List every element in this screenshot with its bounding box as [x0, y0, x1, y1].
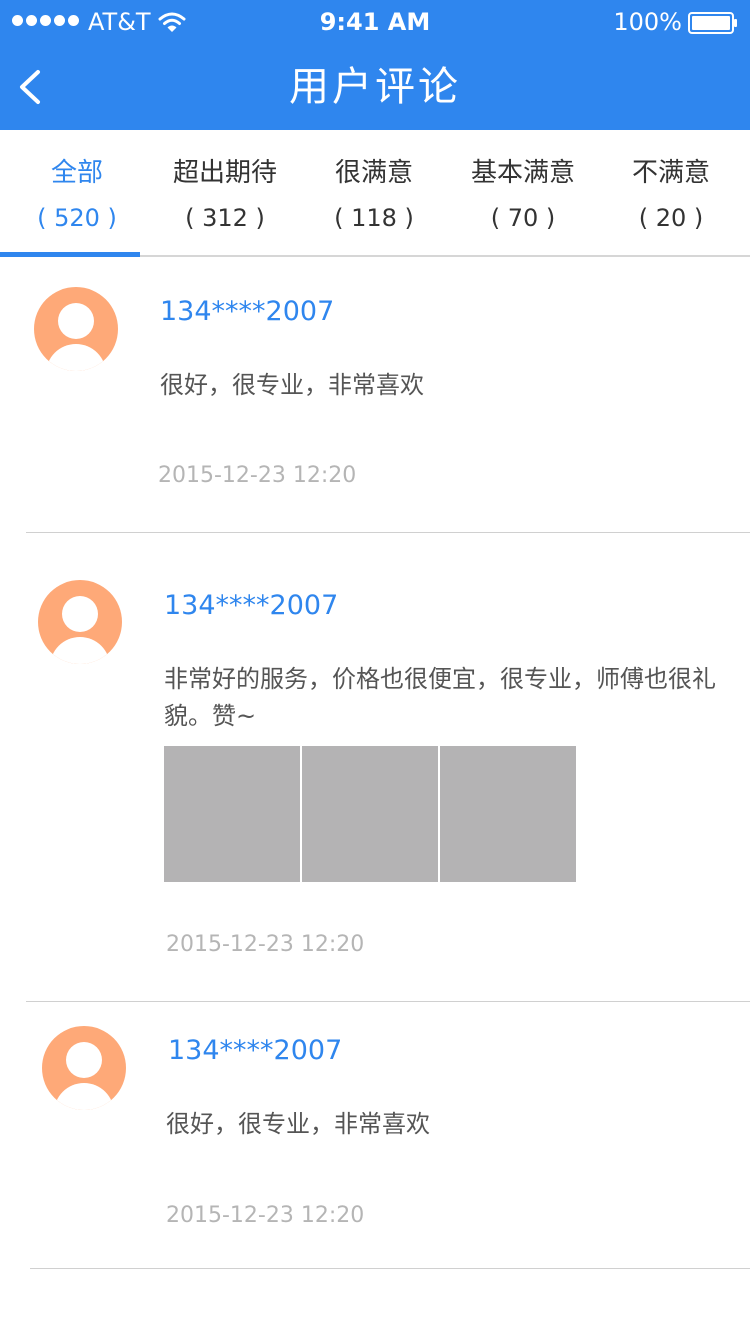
review-username: 134****2007	[164, 590, 339, 621]
review-photos	[164, 746, 576, 882]
rating-filter-tabs: 全部 ( 520 ) 超出期待 ( 312 ) 很满意 ( 118 ) 基本满意…	[0, 130, 750, 257]
user-avatar-icon	[34, 287, 118, 371]
battery-percent: 100%	[613, 8, 682, 36]
nav-bar: 用户评论	[0, 44, 750, 130]
review-item: 134****2007 非常好的服务，价格也很便宜，很专业，师傅也很礼貌。赞~ …	[0, 533, 750, 1002]
review-divider	[30, 1268, 750, 1269]
review-time: 2015-12-23 12:20	[158, 463, 357, 488]
review-photo[interactable]	[440, 746, 576, 882]
review-text: 非常好的服务，价格也很便宜，很专业，师傅也很礼貌。赞~	[164, 665, 716, 730]
tab-count: ( 118 )	[334, 204, 414, 232]
review-item: 134****2007 很好，很专业，非常喜欢 2015-12-23 12:20	[0, 1002, 750, 1270]
tab-label: 很满意	[334, 158, 413, 188]
battery-icon	[688, 12, 737, 34]
tab-count: ( 520 )	[37, 204, 117, 232]
tab-label: 超出期待	[172, 158, 277, 188]
tab-basically-satisfied[interactable]: 基本满意 ( 70 )	[448, 130, 598, 255]
tab-unsatisfied[interactable]: 不满意 ( 20 )	[598, 130, 744, 255]
tab-count: ( 20 )	[638, 204, 704, 232]
review-time: 2015-12-23 12:20	[166, 1203, 365, 1228]
review-text: 很好，很专业，非常喜欢	[160, 371, 424, 399]
review-username: 134****2007	[160, 296, 335, 327]
tab-all[interactable]: 全部 ( 520 )	[0, 130, 154, 255]
tab-count: ( 312 )	[185, 204, 265, 232]
tab-very-satisfied[interactable]: 很满意 ( 118 )	[304, 130, 444, 255]
review-item: 134****2007 很好，很专业，非常喜欢 2015-12-23 12:20	[0, 257, 750, 533]
tab-label: 基本满意	[470, 158, 575, 188]
review-text: 很好，很专业，非常喜欢	[166, 1110, 430, 1138]
review-time: 2015-12-23 12:20	[166, 932, 365, 957]
review-username: 134****2007	[168, 1035, 343, 1066]
tab-count: ( 70 )	[490, 204, 556, 232]
user-avatar-icon	[42, 1026, 126, 1110]
tab-label: 全部	[50, 158, 103, 188]
user-avatar-icon	[38, 580, 122, 664]
page-title: 用户评论	[289, 64, 461, 110]
header: AT&T 9:41 AM 100% 用户评论	[0, 0, 750, 130]
tab-exceeded-expectations[interactable]: 超出期待 ( 312 )	[154, 130, 296, 255]
review-photo[interactable]	[164, 746, 300, 882]
review-photo[interactable]	[302, 746, 438, 882]
tab-label: 不满意	[631, 158, 710, 188]
status-bar: AT&T 9:41 AM 100%	[0, 0, 750, 44]
